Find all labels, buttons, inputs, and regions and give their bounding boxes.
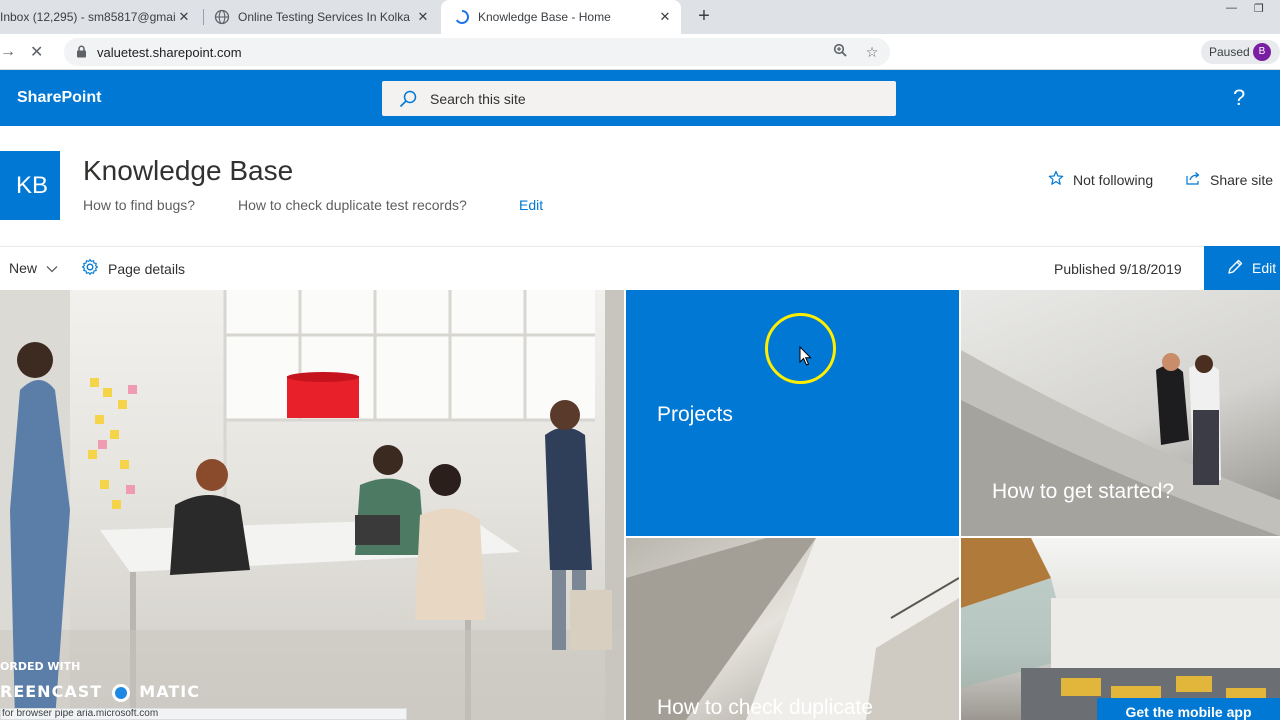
sharepoint-brand-link[interactable]: SharePoint <box>17 89 101 107</box>
follow-button[interactable]: Not following <box>1048 170 1153 189</box>
browser-toolbar: → ✕ valuetest.sharepoint.com ☆ 2 <box>0 34 1280 95</box>
tab-close-icon[interactable]: ✕ <box>176 9 192 25</box>
header-divider <box>0 246 1280 247</box>
site-search-box[interactable]: Search this site <box>382 81 896 116</box>
get-mobile-app-button[interactable]: Get the mobile app <box>1097 698 1280 720</box>
stop-loading-icon[interactable]: ✕ <box>30 42 43 62</box>
hero-tile-main[interactable] <box>0 290 624 720</box>
tab-close-icon[interactable]: ✕ <box>415 9 431 25</box>
hero-tile-interior[interactable] <box>961 538 1280 720</box>
watermark-line1: ORDED WITH <box>0 660 81 673</box>
page-details-label: Page details <box>108 260 186 277</box>
address-bar[interactable]: valuetest.sharepoint.com ☆ <box>64 38 890 66</box>
page-details-button[interactable]: Page details <box>81 258 185 279</box>
tab-separator <box>203 9 204 25</box>
site-title[interactable]: Knowledge Base <box>83 155 293 187</box>
office-meeting-photo <box>0 290 624 720</box>
share-label: Share site <box>1210 171 1274 188</box>
site-logo[interactable]: KB <box>0 151 60 220</box>
tab-title: Inbox (12,295) - sm85817@gmai <box>0 10 176 24</box>
forward-icon[interactable]: → <box>0 43 16 61</box>
tile-caption: How to check duplicate <box>657 696 873 719</box>
bookmark-star-icon[interactable]: ☆ <box>863 43 881 61</box>
published-status: Published 9/18/2019 <box>1054 261 1182 277</box>
search-placeholder: Search this site <box>430 91 526 107</box>
star-icon <box>1048 170 1064 189</box>
url-text: valuetest.sharepoint.com <box>97 45 242 60</box>
chevron-down-icon <box>46 260 58 276</box>
hero-tile-get-started[interactable]: How to get started? <box>961 290 1280 536</box>
tile-caption: How to get started? <box>992 480 1175 503</box>
mouse-pointer-icon <box>799 345 813 371</box>
tab-gmail[interactable]: Inbox (12,295) - sm85817@gmai ✕ <box>0 0 200 34</box>
tab-title: Knowledge Base - Home <box>478 10 611 24</box>
site-nav-find-bugs[interactable]: How to find bugs? <box>83 197 195 213</box>
tab-title: Online Testing Services In Kolkat <box>238 10 410 24</box>
loading-icon <box>454 9 470 25</box>
tile-caption: Projects <box>657 403 733 426</box>
share-site-button[interactable]: Share site <box>1185 170 1273 189</box>
avatar: B <box>1253 43 1271 61</box>
browser-status-url: for browser pipe aria.microsoft.com <box>0 708 407 720</box>
globe-icon <box>214 9 230 25</box>
hero-tile-check-duplicate[interactable]: How to check duplicate <box>626 538 959 720</box>
share-icon <box>1185 170 1201 189</box>
restore-icon[interactable]: ❐ <box>1254 2 1264 15</box>
tab-online-testing[interactable]: Online Testing Services In Kolkat ✕ <box>214 0 439 34</box>
tab-knowledge-base[interactable]: Knowledge Base - Home ✕ <box>441 0 681 34</box>
gear-icon <box>81 258 99 279</box>
tab-close-icon[interactable]: ✕ <box>657 9 673 25</box>
office-interior-photo <box>961 538 1280 720</box>
watermark-left: REENCAST <box>0 682 103 701</box>
edit-page-button[interactable]: Edit <box>1204 246 1280 290</box>
help-icon[interactable]: ? <box>1233 85 1245 111</box>
search-icon <box>398 89 418 114</box>
new-label: New <box>9 260 38 276</box>
site-nav-edit-link[interactable]: Edit <box>519 197 543 213</box>
minimize-icon[interactable]: — <box>1226 2 1237 14</box>
architecture-photo <box>626 538 959 720</box>
suite-bar: SharePoint Search this site ? <box>0 70 1280 126</box>
zoom-icon[interactable] <box>831 43 849 61</box>
profile-status: Paused <box>1209 45 1250 59</box>
lock-icon <box>76 45 87 63</box>
watermark-right: MATIC <box>139 682 200 701</box>
browser-tab-strip: Inbox (12,295) - sm85817@gmai ✕ Online T… <box>0 0 1280 34</box>
watermark-logo-icon <box>111 683 130 702</box>
new-tab-button[interactable]: + <box>693 6 715 28</box>
new-menu-button[interactable]: New <box>9 260 58 276</box>
watermark-line2: REENCAST MATIC <box>0 682 200 702</box>
edit-label: Edit <box>1252 260 1277 276</box>
follow-label: Not following <box>1073 171 1154 188</box>
pencil-icon <box>1226 258 1244 279</box>
profile-button[interactable]: Paused B <box>1201 40 1280 64</box>
site-nav-duplicate-records[interactable]: How to check duplicate test records? <box>238 197 467 213</box>
